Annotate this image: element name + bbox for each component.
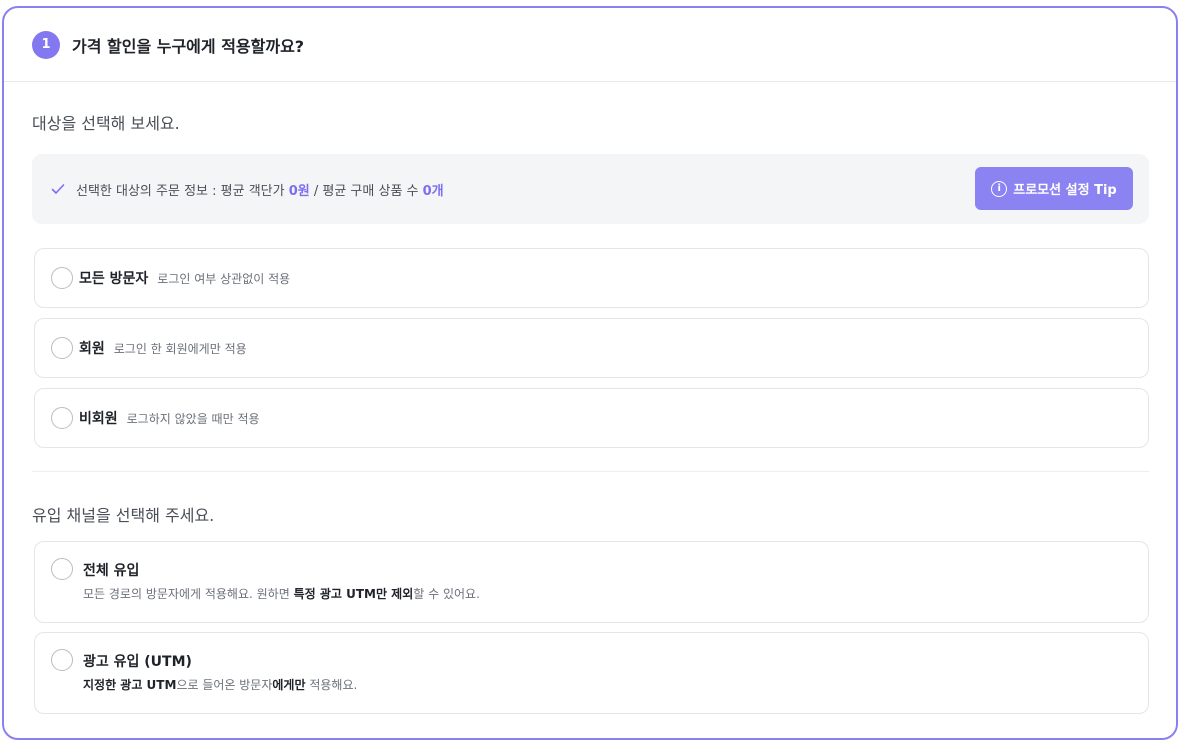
option-ad-utm[interactable]: 광고 유입 (UTM) 지정한 광고 UTM으로 들어온 방문자에게만 적용해요… [34, 632, 1149, 714]
avg-order-value: 0원 [288, 183, 310, 199]
step-badge: 1 [32, 30, 60, 59]
radio-button[interactable] [51, 558, 73, 580]
order-info-bar: 선택한 대상의 주문 정보 : 평균 객단가 0원 / 평균 구매 상품 수 0… [32, 154, 1149, 224]
option-non-members[interactable]: 비회원 로그하지 않았을 때만 적용 [34, 388, 1149, 448]
option-label: 회원 [79, 341, 105, 357]
check-icon [51, 184, 65, 194]
avg-item-count: 0개 [422, 183, 444, 199]
promotion-tip-label: 프로모션 설정 Tip [1013, 183, 1117, 198]
option-title: 전체 유입 [83, 563, 140, 579]
card-title: 가격 할인을 누구에게 적용할까요? [72, 36, 305, 56]
channel-section-title: 유입 채널을 선택해 주세요. [32, 506, 215, 525]
option-desc: 모든 경로의 방문자에게 적용해요. 원하면 특정 광고 UTM만 제외할 수 … [83, 587, 480, 601]
radio-button[interactable] [51, 337, 73, 359]
option-desc: 로그인 여부 상관없이 적용 [157, 271, 291, 286]
option-members[interactable]: 회원 로그인 한 회원에게만 적용 [34, 318, 1149, 378]
target-section-title: 대상을 선택해 보세요. [32, 114, 180, 133]
order-info-text: 선택한 대상의 주문 정보 : 평균 객단가 0원 / 평균 구매 상품 수 0… [76, 183, 444, 199]
option-all-channels[interactable]: 전체 유입 모든 경로의 방문자에게 적용해요. 원하면 특정 광고 UTM만 … [34, 541, 1149, 623]
promotion-tip-button[interactable]: i 프로모션 설정 Tip [975, 167, 1133, 210]
option-desc: 지정한 광고 UTM으로 들어온 방문자에게만 적용해요. [83, 678, 358, 692]
card-header: 1 가격 할인을 누구에게 적용할까요? [4, 8, 1176, 82]
radio-button[interactable] [51, 267, 73, 289]
section-divider [32, 471, 1149, 472]
option-label: 모든 방문자 [79, 271, 149, 287]
radio-button[interactable] [51, 649, 73, 671]
option-label: 비회원 [79, 411, 118, 427]
discount-target-card: 1 가격 할인을 누구에게 적용할까요? 대상을 선택해 보세요. 선택한 대상… [2, 6, 1178, 740]
option-desc: 로그하지 않았을 때만 적용 [126, 411, 260, 426]
radio-button[interactable] [51, 407, 73, 429]
option-desc: 로그인 한 회원에게만 적용 [113, 341, 247, 356]
option-all-visitors[interactable]: 모든 방문자 로그인 여부 상관없이 적용 [34, 248, 1149, 308]
option-title: 광고 유입 (UTM) [83, 654, 192, 670]
info-icon: i [991, 180, 1008, 197]
